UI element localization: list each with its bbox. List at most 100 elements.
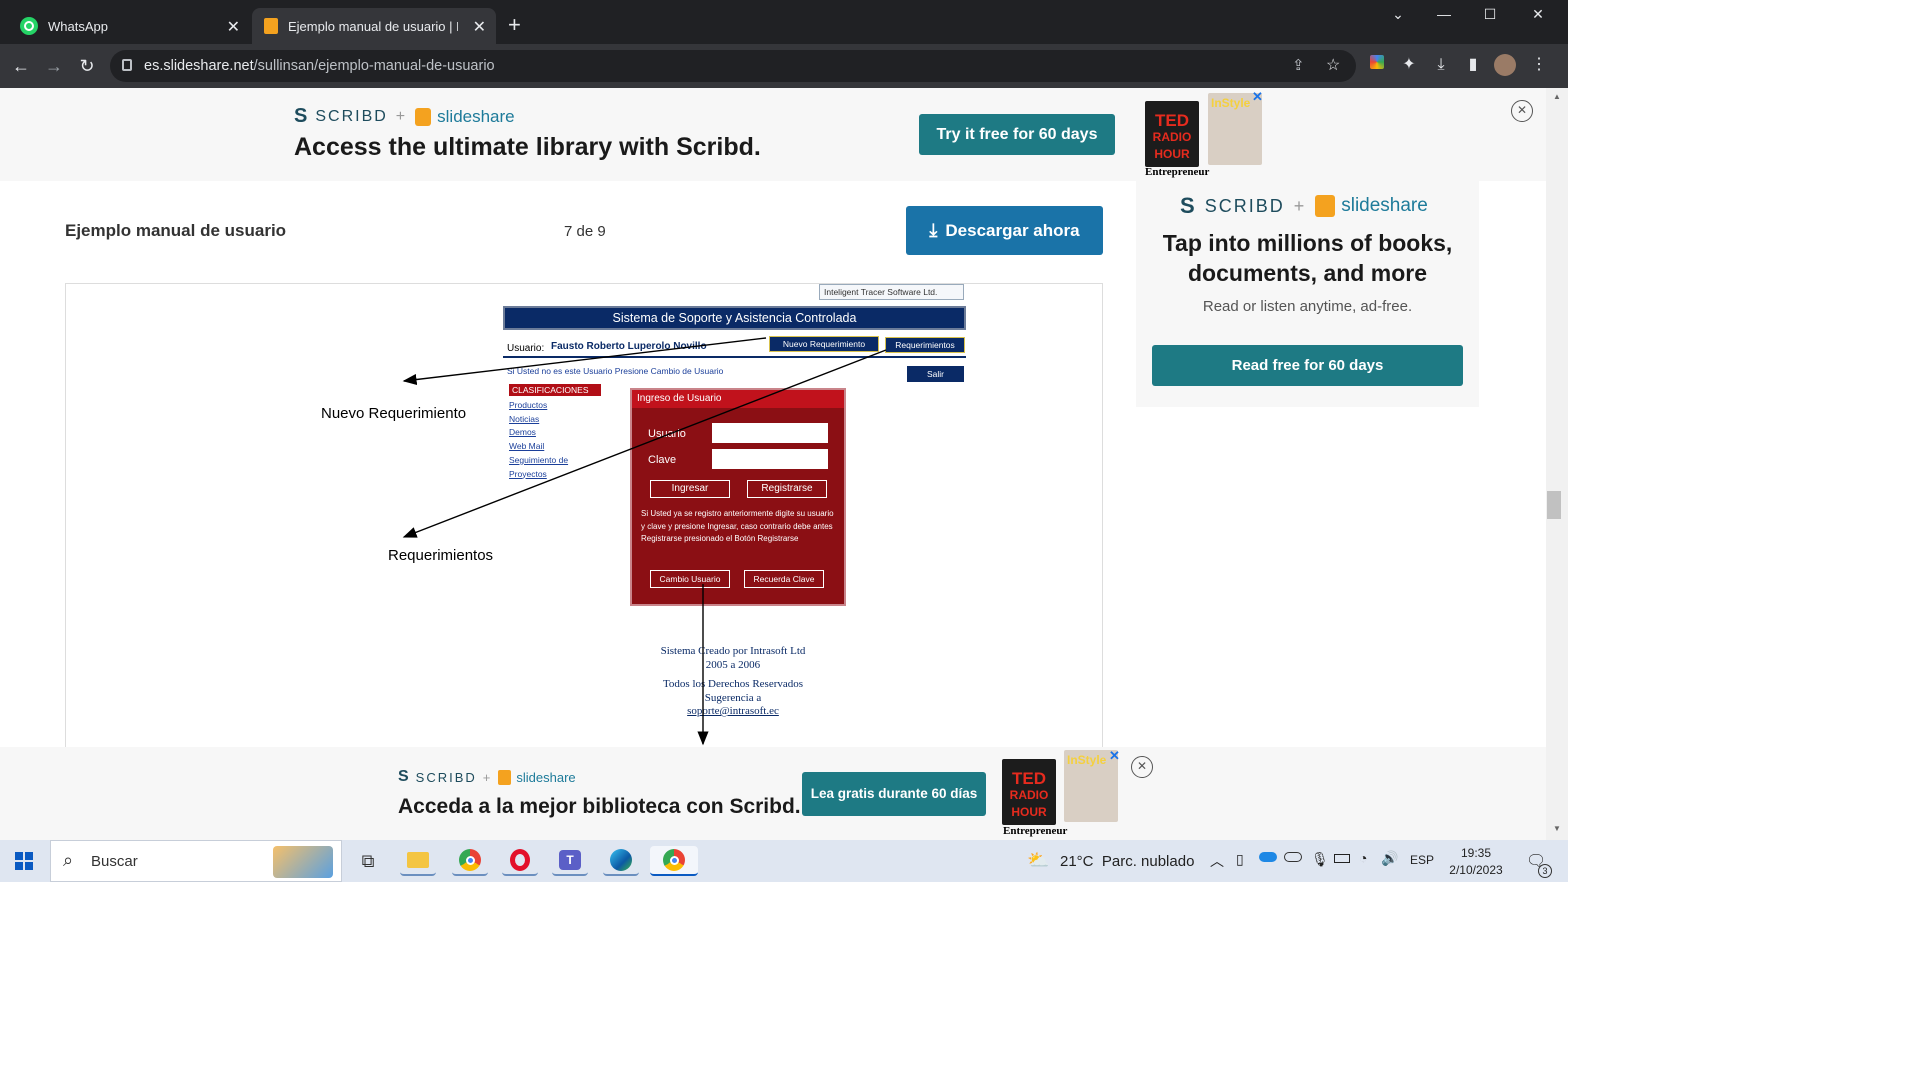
notification-badge: 3: [1538, 864, 1552, 878]
wifi-icon[interactable]: ◔: [1359, 850, 1367, 866]
radio-word: RADIO: [1009, 788, 1049, 802]
side-panel-icon[interactable]: ▮: [1462, 54, 1484, 76]
document-title: Ejemplo manual de usuario: [65, 221, 287, 240]
close-window-button[interactable]: ✕: [1518, 6, 1558, 26]
ted-radio-hour-cover: TED RADIO HOUR: [1002, 759, 1056, 825]
plus-sign: +: [482, 769, 493, 785]
hour-word: HOUR: [1011, 805, 1047, 819]
url-host: es.slideshare.net: [144, 58, 254, 74]
entrepreneur-cover: Entrepreneur: [1145, 166, 1210, 178]
slideshare-logo-icon: [1315, 195, 1336, 217]
onedrive-icon[interactable]: [1259, 852, 1277, 862]
slideshare-wordmark: slideshare: [1341, 195, 1428, 216]
read-free-button[interactable]: Read free for 60 days: [1152, 345, 1463, 386]
slideshare-wordmark: slideshare: [437, 106, 515, 126]
weather-icon[interactable]: ⛅: [1027, 850, 1049, 871]
share-icon[interactable]: ⇪: [1292, 56, 1305, 74]
lock-icon: [122, 59, 132, 71]
ad-brand: S SCRIBD + slideshare: [294, 105, 515, 128]
tab-search-icon[interactable]: ⌄: [1378, 6, 1418, 26]
page-scrollbar[interactable]: ▲ ▼: [1546, 88, 1568, 840]
bookmark-star-icon[interactable]: ☆: [1326, 55, 1340, 75]
read-free-spanish-button[interactable]: Lea gratis durante 60 días: [802, 772, 986, 816]
try-free-button[interactable]: Try it free for 60 days: [919, 114, 1115, 155]
windows-start-icon[interactable]: [15, 852, 33, 870]
weather-text[interactable]: 21°C Parc. nublado: [1060, 853, 1194, 870]
download-icon[interactable]: ⤓: [1430, 54, 1452, 76]
url-path: /sullinsan/ejemplo-manual-de-usuario: [253, 58, 495, 74]
taskbar-search-box[interactable]: ⌕ Buscar: [50, 840, 342, 882]
download-now-button[interactable]: ⤓ Descargar ahora: [906, 206, 1103, 255]
new-tab-button[interactable]: +: [508, 14, 521, 36]
teams-icon[interactable]: T: [552, 846, 588, 876]
tab-slideshare[interactable]: Ejemplo manual de usuario | PDF ✕: [252, 8, 496, 44]
adchoices-close-icon[interactable]: ✕: [1252, 89, 1263, 105]
volume-icon[interactable]: 🔊: [1381, 850, 1398, 867]
slideshare-logo-icon: [415, 107, 432, 126]
maximize-button[interactable]: ☐: [1470, 6, 1510, 26]
chrome-active-icon[interactable]: [650, 846, 698, 876]
browser-toolbar: ← → ↻ es.slideshare.net/sullinsan/ejempl…: [0, 44, 1568, 88]
bottom-ad-brand: S SCRIBD + slideshare: [398, 768, 576, 786]
arrow-requirements: [402, 349, 887, 538]
edge-icon[interactable]: [603, 846, 639, 876]
opera-icon[interactable]: [502, 846, 538, 876]
reload-icon[interactable]: ↻: [76, 55, 98, 77]
slideshare-wordmark: slideshare: [516, 769, 576, 785]
scrollbar-thumb[interactable]: [1547, 491, 1561, 519]
cloud-icon[interactable]: [1284, 852, 1302, 862]
minimize-button[interactable]: —: [1424, 6, 1464, 26]
annotation-new-requirement: Nuevo Requerimiento: [321, 405, 467, 422]
scribd-wordmark: SCRIBD: [1204, 195, 1285, 216]
profile-avatar[interactable]: [1494, 54, 1516, 76]
close-icon[interactable]: ✕: [473, 17, 486, 37]
hour-word: HOUR: [1154, 147, 1190, 161]
page-indicator: 7 de 9: [564, 223, 606, 240]
bottom-ad-headline: Acceda a la mejor biblioteca con Scribd.: [398, 795, 801, 818]
clock-date: 2/10/2023: [1449, 863, 1503, 877]
close-icon[interactable]: ✕: [227, 17, 240, 37]
extensions-puzzle-icon[interactable]: ✦: [1398, 54, 1420, 76]
scroll-up-icon[interactable]: ▲: [1553, 92, 1561, 101]
document-viewer: Inteligent Tracer Software Ltd. Sistema …: [65, 283, 1103, 753]
whatsapp-icon: [20, 17, 38, 35]
clock[interactable]: 19:35 2/10/2023: [1446, 845, 1506, 879]
windows-taskbar: ⌕ Buscar ⧉ T ⛅ 21°C Parc. nublado ︿ ▯ 🎙 …: [0, 840, 1568, 882]
task-view-icon[interactable]: ⧉: [350, 846, 386, 876]
back-arrow-icon[interactable]: ←: [10, 55, 32, 77]
file-explorer-icon[interactable]: [400, 846, 436, 876]
tab-strip: WhatsApp ✕ Ejemplo manual de usuario | P…: [0, 0, 1568, 44]
tab-whatsapp[interactable]: WhatsApp ✕: [8, 8, 250, 44]
slideshare-logo-icon: [498, 769, 512, 785]
search-highlight-icon: [273, 846, 333, 878]
device-icon[interactable]: ▯: [1236, 851, 1244, 868]
scroll-down-icon[interactable]: ▼: [1553, 824, 1561, 833]
bottom-ad-banner: S SCRIBD + slideshare Acceda a la mejor …: [0, 747, 1546, 840]
document-header: Ejemplo manual de usuario 7 de 9 ⤓ Desca…: [0, 181, 1120, 281]
web-page: S SCRIBD + slideshare Access the ultimat…: [0, 88, 1546, 840]
scribd-logo-icon: S: [294, 105, 310, 127]
close-ad-icon[interactable]: ✕: [1131, 756, 1153, 778]
ted-radio-hour-cover: TED RADIO HOUR: [1145, 101, 1199, 167]
download-label: Descargar ahora: [945, 220, 1080, 240]
address-bar[interactable]: es.slideshare.net/sullinsan/ejemplo-manu…: [110, 50, 1356, 82]
adchoices-close-icon[interactable]: ✕: [1109, 748, 1120, 764]
menu-kebab-icon[interactable]: ⋮: [1528, 54, 1550, 76]
top-ad-banner: S SCRIBD + slideshare Access the ultimat…: [0, 88, 1546, 181]
clock-time: 19:35: [1460, 846, 1492, 860]
chevron-up-icon[interactable]: ︿: [1210, 851, 1224, 871]
close-ad-icon[interactable]: ✕: [1511, 100, 1533, 122]
battery-icon[interactable]: [1334, 854, 1350, 863]
microphone-icon[interactable]: 🎙: [1311, 851, 1329, 868]
ad-headline: Access the ultimate library with Scribd.: [294, 133, 761, 161]
entrepreneur-cover: Entrepreneur: [1003, 825, 1068, 837]
extension-colorful-icon[interactable]: [1366, 54, 1388, 76]
url-text: es.slideshare.net/sullinsan/ejemplo-manu…: [144, 58, 495, 74]
ted-word: TED: [1155, 111, 1189, 130]
language-indicator[interactable]: ESP: [1410, 853, 1434, 867]
side-ad-subtext: Read or listen anytime, ad-free.: [1202, 298, 1413, 315]
search-placeholder: Buscar: [91, 853, 138, 870]
chrome-icon[interactable]: [452, 846, 488, 876]
forward-arrow-icon[interactable]: →: [43, 55, 65, 77]
scribd-logo-icon: S: [1180, 193, 1197, 218]
